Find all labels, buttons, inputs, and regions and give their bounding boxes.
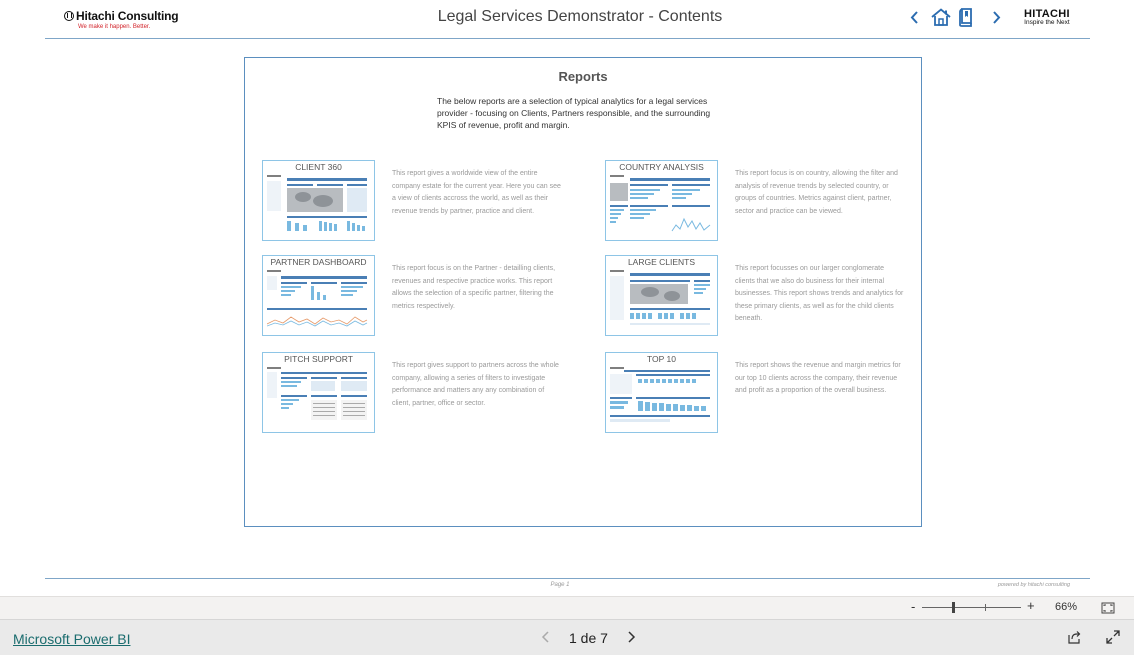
report-title: TOP 10 xyxy=(647,354,676,364)
report-preview-image xyxy=(610,367,710,422)
brand-tagline: Inspire the Next xyxy=(1024,19,1070,26)
report-preview-image xyxy=(267,175,367,231)
reports-frame: Reports The below reports are a selectio… xyxy=(244,57,922,527)
report-description: This report focus is on country, allowin… xyxy=(735,170,898,215)
previous-page-icon[interactable] xyxy=(540,630,552,644)
logo-tagline: We make it happen. Better. xyxy=(78,24,151,30)
report-title: PITCH SUPPORT xyxy=(284,354,353,364)
zoom-slider-tick xyxy=(985,604,986,611)
zoom-percentage: 66% xyxy=(1055,601,1078,613)
report-thumbnail[interactable]: PITCH SUPPORT xyxy=(262,352,375,433)
powered-by-label: powered by hitachi consulting xyxy=(997,582,1070,588)
fullscreen-icon[interactable] xyxy=(1106,630,1120,644)
page-label: Page 1 xyxy=(550,582,570,588)
hitachi-brand-logo: HITACHI Inspire the Next xyxy=(1024,8,1070,26)
next-page-icon[interactable] xyxy=(625,630,637,644)
reports-intro: The below reports are a selection of typ… xyxy=(437,96,711,130)
report-thumbnail[interactable]: COUNTRY ANALYSIS xyxy=(605,160,718,241)
logo-name: Hitachi Consulting xyxy=(76,9,179,23)
report-description: This report gives support to partners ac… xyxy=(392,362,559,407)
hitachi-consulting-logo: Hitachi Consulting We make it happen. Be… xyxy=(64,9,194,33)
zoom-out-button[interactable]: - xyxy=(911,599,915,614)
report-preview-image xyxy=(610,175,711,232)
report-description: This report gives a worldwide view of th… xyxy=(392,170,561,215)
report-thumbnail[interactable]: TOP 10 xyxy=(605,352,718,433)
hitachi-logo-icon xyxy=(64,11,74,21)
report-description: This report focusses on our larger congl… xyxy=(735,265,904,323)
home-icon[interactable] xyxy=(928,8,954,26)
report-preview-image xyxy=(267,367,367,420)
report-preview-image xyxy=(610,270,710,325)
report-title: PARTNER DASHBOARD xyxy=(270,257,367,267)
powerbi-link[interactable]: Microsoft Power BI xyxy=(13,631,130,647)
zoom-bar: - + 66% xyxy=(0,596,1134,619)
report-title: LARGE CLIENTS xyxy=(627,257,696,267)
report-nav-icons xyxy=(904,6,1006,28)
header-divider xyxy=(45,38,1090,39)
page-indicator: 1 de 7 xyxy=(569,630,608,646)
report-thumbnail[interactable]: PARTNER DASHBOARD xyxy=(262,255,375,336)
footer-divider xyxy=(45,578,1090,579)
fit-to-page-icon[interactable] xyxy=(1101,601,1115,614)
report-canvas: Hitachi Consulting We make it happen. Be… xyxy=(0,0,1134,596)
zoom-in-button[interactable]: + xyxy=(1027,598,1035,613)
reports-heading: Reports xyxy=(558,69,608,84)
report-description: This report focus is on the Partner - de… xyxy=(392,265,556,310)
report-preview-image xyxy=(267,270,368,327)
report-title: COUNTRY ANALYSIS xyxy=(619,162,704,172)
powerbi-bottom-bar: Microsoft Power BI 1 de 7 xyxy=(0,619,1134,655)
report-title: CLIENT 360 xyxy=(295,162,342,172)
chevron-right-icon[interactable] xyxy=(986,10,1006,24)
page-title: Legal Services Demonstrator - Contents xyxy=(437,8,723,25)
chevron-left-icon[interactable] xyxy=(904,10,924,24)
book-icon[interactable] xyxy=(956,7,976,27)
report-thumbnail[interactable]: LARGE CLIENTS xyxy=(605,255,718,336)
report-thumbnail[interactable]: CLIENT 360 xyxy=(262,160,375,241)
zoom-slider[interactable] xyxy=(922,607,1021,608)
report-description: This report shows the revenue and margin… xyxy=(735,362,901,395)
share-icon[interactable] xyxy=(1067,630,1081,644)
zoom-slider-thumb[interactable] xyxy=(952,602,955,613)
